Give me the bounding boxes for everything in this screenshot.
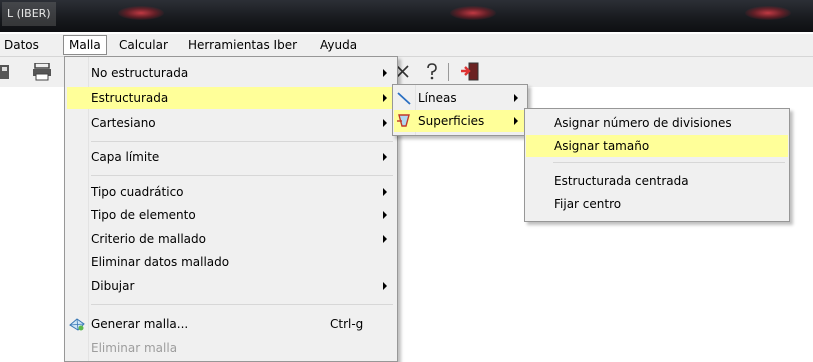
menu-separator — [91, 141, 393, 142]
title-bar-glow — [745, 6, 791, 20]
submenu-arrow-icon — [514, 117, 518, 125]
submenu-arrow-icon — [383, 94, 387, 102]
menu-separator — [91, 304, 393, 305]
menu-item-criterio-de-mallado[interactable]: Criterio de mallado — [67, 228, 395, 250]
estructurada-submenu: Líneas Superficies — [392, 84, 528, 136]
submenu-arrow-icon — [383, 282, 387, 290]
menu-item-asignar-numero-de-divisiones[interactable]: Asignar número de divisiones — [526, 112, 788, 134]
menu-item-generar-malla[interactable]: Generar malla... Ctrl-g — [67, 313, 395, 335]
print-icon[interactable] — [32, 63, 52, 81]
menu-item-capa-limite[interactable]: Capa límite — [67, 146, 395, 168]
menu-item-tipo-cuadratico[interactable]: Tipo cuadrático — [67, 181, 395, 203]
menu-malla[interactable]: Malla — [63, 35, 107, 55]
generate-mesh-icon — [69, 318, 85, 331]
menu-separator — [553, 162, 785, 163]
submenu-arrow-icon — [383, 119, 387, 127]
menu-item-estructurada[interactable]: Estructurada — [67, 87, 395, 109]
submenu-arrow-icon — [383, 235, 387, 243]
surfaces-icon — [397, 114, 410, 127]
menu-item-lineas[interactable]: Líneas — [394, 87, 526, 109]
malla-menu: No estructurada Estructurada Cartesiano … — [64, 56, 398, 362]
save-icon[interactable] — [0, 63, 12, 81]
menu-item-tipo-de-elemento[interactable]: Tipo de elemento — [67, 204, 395, 226]
menu-item-superficies[interactable]: Superficies — [394, 110, 526, 132]
submenu-arrow-icon — [383, 153, 387, 161]
menu-item-estructurada-centrada[interactable]: Estructurada centrada — [526, 170, 788, 192]
toolbar-separator — [448, 63, 449, 81]
menu-item-asignar-tamano[interactable]: Asignar tamaño — [526, 135, 788, 157]
window-title: L (IBER) — [2, 2, 56, 26]
lines-icon — [397, 92, 411, 105]
menu-item-eliminar-malla: Eliminar malla — [91, 341, 178, 355]
menu-herramientas-iber[interactable]: Herramientas Iber — [183, 36, 302, 54]
menu-item-fijar-centro[interactable]: Fijar centro — [526, 193, 788, 215]
menu-item-cartesiano[interactable]: Cartesiano — [67, 112, 395, 134]
shortcut-generar-malla: Ctrl-g — [330, 317, 364, 331]
menu-item-dibujar[interactable]: Dibujar — [67, 275, 395, 297]
superficies-submenu: Asignar número de divisiones Asignar tam… — [524, 108, 790, 222]
help-icon[interactable] — [425, 63, 439, 81]
menu-bar: Datos Malla Calcular Herramientas Iber A… — [0, 34, 813, 57]
title-bar: L (IBER) — [0, 0, 813, 32]
menu-datos[interactable]: Datos — [0, 36, 44, 54]
title-bar-glow — [450, 6, 496, 20]
submenu-arrow-icon — [383, 211, 387, 219]
submenu-arrow-icon — [383, 69, 387, 77]
menu-item-no-estructurada[interactable]: No estructurada — [67, 62, 395, 84]
title-bar-glow — [118, 6, 164, 20]
menu-calcular[interactable]: Calcular — [114, 36, 173, 54]
menu-separator — [91, 175, 393, 176]
submenu-arrow-icon — [383, 188, 387, 196]
submenu-arrow-icon — [514, 94, 518, 102]
menu-item-eliminar-datos-mallado[interactable]: Eliminar datos mallado — [67, 251, 395, 273]
menu-ayuda[interactable]: Ayuda — [315, 36, 362, 54]
exit-icon[interactable] — [460, 62, 480, 82]
